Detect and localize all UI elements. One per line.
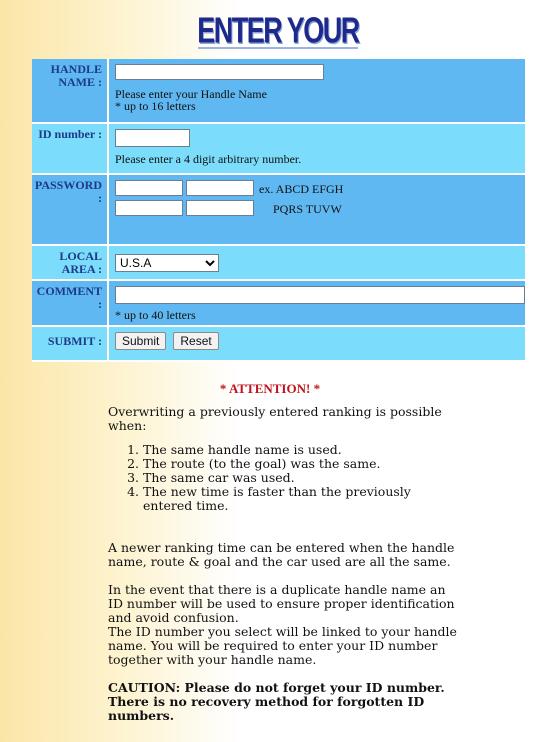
notes-paragraph-newer: A newer ranking time can be entered when…: [108, 540, 455, 569]
conditions-list: The same handle name is used. The route …: [108, 443, 458, 513]
password-example-2: PQRS TUVW: [273, 202, 342, 216]
notes-section: Overwriting a previously entered ranking…: [108, 405, 458, 723]
notes-paragraph-duplicate: In the event that there is a duplicate h…: [108, 582, 455, 625]
attention-heading: * ATTENTION! *: [219, 381, 321, 396]
comment-input[interactable]: [115, 286, 525, 304]
password-grid: ex. ABCD EFGH PQRS TUVW: [115, 180, 525, 220]
submit-cell: Submit Reset: [109, 327, 525, 362]
page-header: ENTER YOUR RECORD: [192, 8, 364, 92]
notes-intro: Overwriting a previously entered ranking…: [108, 404, 442, 433]
notes-paragraph-id-link: The ID number you select will be linked …: [108, 624, 457, 667]
condition-item: The same car was used.: [143, 471, 458, 485]
id-cell: Please enter a 4 digit arbitrary number.: [109, 124, 525, 175]
condition-item: The route (to the goal) was the same.: [143, 457, 458, 471]
password-cell: ex. ABCD EFGH PQRS TUVW: [109, 175, 525, 246]
caution-text: CAUTION: Please do not forget your ID nu…: [108, 680, 445, 723]
area-row: LOCAL AREA : U.S.A: [32, 246, 525, 281]
id-row: ID number : Please enter a 4 digit arbit…: [32, 124, 525, 175]
password-label: PASSWORD :: [32, 175, 109, 246]
submit-label: SUBMIT :: [32, 327, 109, 362]
password-example-1: ex. ABCD EFGH: [259, 182, 344, 196]
area-label: LOCAL AREA :: [32, 246, 109, 281]
handle-row: HANDLE NAME : Please enter your Handle N…: [32, 59, 525, 124]
comment-label: COMMENT :: [32, 281, 109, 327]
handle-label: HANDLE NAME :: [32, 59, 109, 124]
comment-hint: * up to 40 letters: [115, 308, 196, 322]
comment-row: COMMENT : * up to 40 letters: [32, 281, 525, 327]
handle-name-input[interactable]: [115, 64, 324, 80]
submit-row: SUBMIT : Submit Reset: [32, 327, 525, 362]
password-field-1[interactable]: [115, 180, 183, 196]
condition-item: The same handle name is used.: [143, 443, 458, 457]
id-hint: Please enter a 4 digit arbitrary number.: [115, 152, 302, 166]
comment-cell: * up to 40 letters: [109, 281, 525, 327]
record-form: HANDLE NAME : Please enter your Handle N…: [32, 59, 525, 362]
local-area-select[interactable]: U.S.A: [115, 254, 219, 272]
title-underline: [198, 47, 358, 49]
password-field-4[interactable]: [186, 200, 254, 216]
id-label: ID number :: [32, 124, 109, 175]
password-field-2[interactable]: [186, 180, 254, 196]
password-field-3[interactable]: [115, 200, 183, 216]
submit-button[interactable]: Submit: [115, 332, 167, 350]
condition-item: The new time is faster than the previous…: [143, 485, 458, 513]
area-cell: U.S.A: [109, 246, 525, 281]
handle-cell: Please enter your Handle Name * up to 16…: [109, 59, 525, 124]
password-row: PASSWORD : ex. ABCD EFGH PQRS TUVW: [32, 175, 525, 246]
handle-limit-hint: * up to 16 letters: [115, 99, 196, 113]
id-number-input[interactable]: [115, 129, 190, 147]
reset-button[interactable]: Reset: [173, 332, 219, 350]
